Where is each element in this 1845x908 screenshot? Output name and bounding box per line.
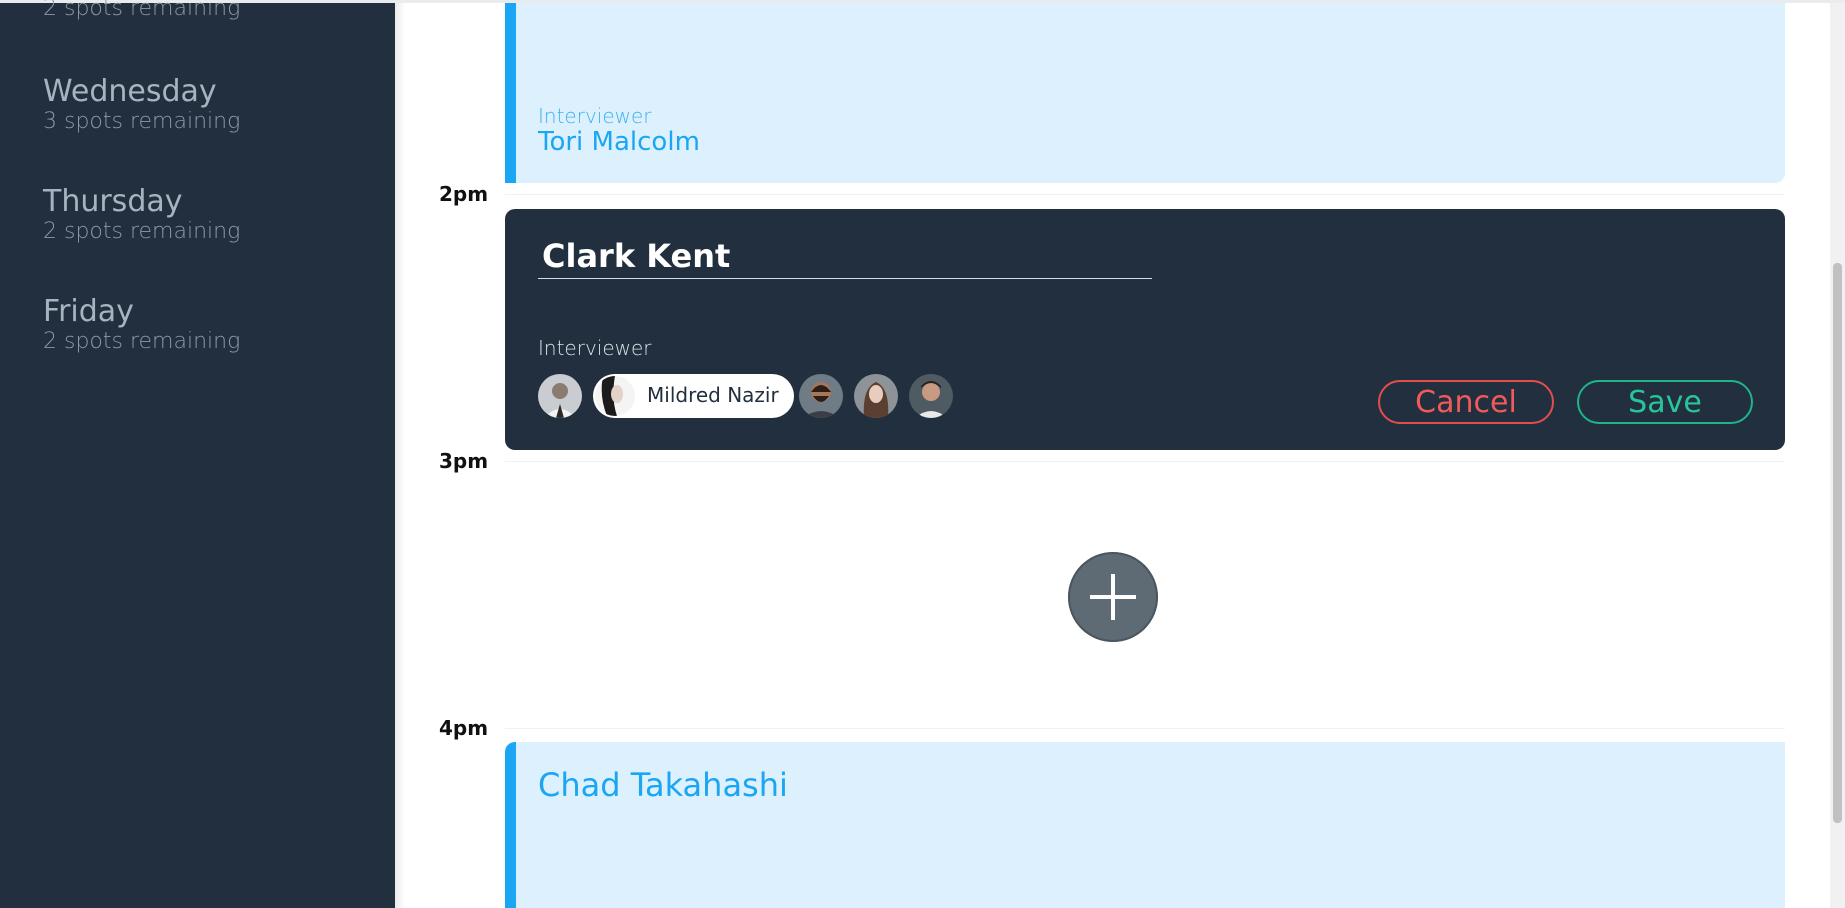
day-name: Friday bbox=[43, 294, 134, 329]
hour-divider bbox=[505, 461, 1785, 462]
appointment-card-top[interactable]: Interviewer Tori Malcolm bbox=[505, 3, 1785, 183]
sidebar-item-thursday[interactable]: Thursday 2 spots remaining bbox=[43, 185, 240, 245]
day-spots: 2 spots remaining bbox=[43, 219, 241, 244]
add-appointment-button[interactable] bbox=[1068, 552, 1158, 642]
student-name-input[interactable] bbox=[538, 234, 1152, 279]
interviewer-avatar-1[interactable] bbox=[538, 374, 582, 418]
avatar-photo-icon bbox=[799, 374, 843, 418]
selected-interviewer-avatar bbox=[595, 376, 635, 416]
sidebar-item-tuesday[interactable]: 2 spots remaining bbox=[43, 0, 240, 22]
selected-interviewer-name: Mildred Nazir bbox=[647, 383, 779, 407]
time-label-4pm: 4pm bbox=[439, 716, 489, 740]
avatar-photo-icon bbox=[854, 374, 898, 418]
scrollbar-thumb[interactable] bbox=[1833, 263, 1842, 823]
hour-divider bbox=[505, 194, 1785, 195]
appointment-card-bottom[interactable]: Chad Takahashi bbox=[505, 742, 1785, 908]
time-label-3pm: 3pm bbox=[439, 449, 489, 473]
interviewer-avatar-4[interactable] bbox=[854, 374, 898, 418]
day-spots: 2 spots remaining bbox=[43, 329, 241, 354]
interviewer-name: Tori Malcolm bbox=[538, 127, 700, 157]
interviewer-label: Interviewer bbox=[538, 336, 652, 360]
day-spots: 2 spots remaining bbox=[43, 0, 241, 21]
cancel-button[interactable]: Cancel bbox=[1378, 380, 1554, 424]
interviewer-avatar-5[interactable] bbox=[909, 374, 953, 418]
time-label-2pm: 2pm bbox=[439, 182, 489, 206]
page-scrollbar[interactable] bbox=[1830, 3, 1845, 908]
day-name: Wednesday bbox=[43, 74, 217, 109]
avatar-photo-icon bbox=[909, 374, 953, 418]
appointment-edit-form: Interviewer Mildred Nazir bbox=[505, 209, 1785, 450]
interviewer-selected[interactable]: Mildred Nazir bbox=[593, 374, 794, 418]
interviewer-avatar-3[interactable] bbox=[799, 374, 843, 418]
save-button[interactable]: Save bbox=[1577, 380, 1753, 424]
day-spots: 3 spots remaining bbox=[43, 109, 241, 134]
avatar-photo-icon bbox=[595, 376, 635, 416]
sidebar: 2 spots remaining Wednesday 3 spots rema… bbox=[0, 0, 395, 908]
avatar-photo-icon bbox=[538, 374, 582, 418]
day-name: Thursday bbox=[43, 184, 183, 219]
sidebar-item-wednesday[interactable]: Wednesday 3 spots remaining bbox=[43, 75, 240, 135]
student-name: Chad Takahashi bbox=[538, 766, 788, 804]
interviewer-label: Interviewer bbox=[538, 104, 652, 128]
hour-divider bbox=[505, 728, 1785, 729]
sidebar-item-friday[interactable]: Friday 2 spots remaining bbox=[43, 295, 240, 355]
sidebar-shadow bbox=[395, 3, 405, 908]
